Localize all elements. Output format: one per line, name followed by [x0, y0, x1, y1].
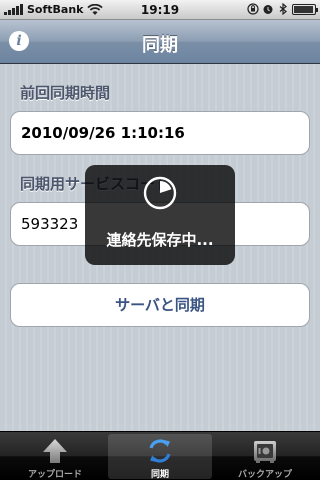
sync-with-server-button[interactable]: サーバと同期 — [10, 283, 310, 327]
tab-sync-label: 同期 — [150, 470, 169, 480]
tab-backup[interactable]: バックアップ — [213, 434, 317, 480]
page-title: 同期 — [142, 35, 178, 56]
progress-pie-icon — [143, 176, 177, 210]
hud-message: 連絡先保存中... — [106, 231, 214, 249]
bluetooth-icon — [279, 3, 287, 15]
safe-icon — [254, 441, 276, 463]
tab-backup-label: バックアップ — [237, 470, 292, 480]
last-sync-field: 2010/09/26 1:10:16 — [10, 111, 310, 155]
tab-sync[interactable]: 同期 — [108, 434, 212, 480]
tab-bar: アップロード 同期 バックアップ — [0, 431, 320, 480]
orientation-lock-icon — [247, 3, 259, 15]
upload-arrow-icon — [43, 439, 67, 463]
tab-upload[interactable]: アップロード — [3, 434, 107, 480]
battery-icon — [292, 3, 318, 15]
status-bar: SoftBank 19:19 — [0, 0, 320, 20]
alarm-icon — [263, 5, 273, 14]
last-sync-label: 前回同期時間 — [20, 84, 111, 102]
navigation-bar: i 同期 — [0, 20, 320, 64]
status-right — [247, 3, 318, 15]
sync-arrows-icon — [149, 439, 171, 463]
progress-hud: 連絡先保存中... — [85, 165, 235, 265]
tab-upload-label: アップロード — [27, 470, 82, 480]
